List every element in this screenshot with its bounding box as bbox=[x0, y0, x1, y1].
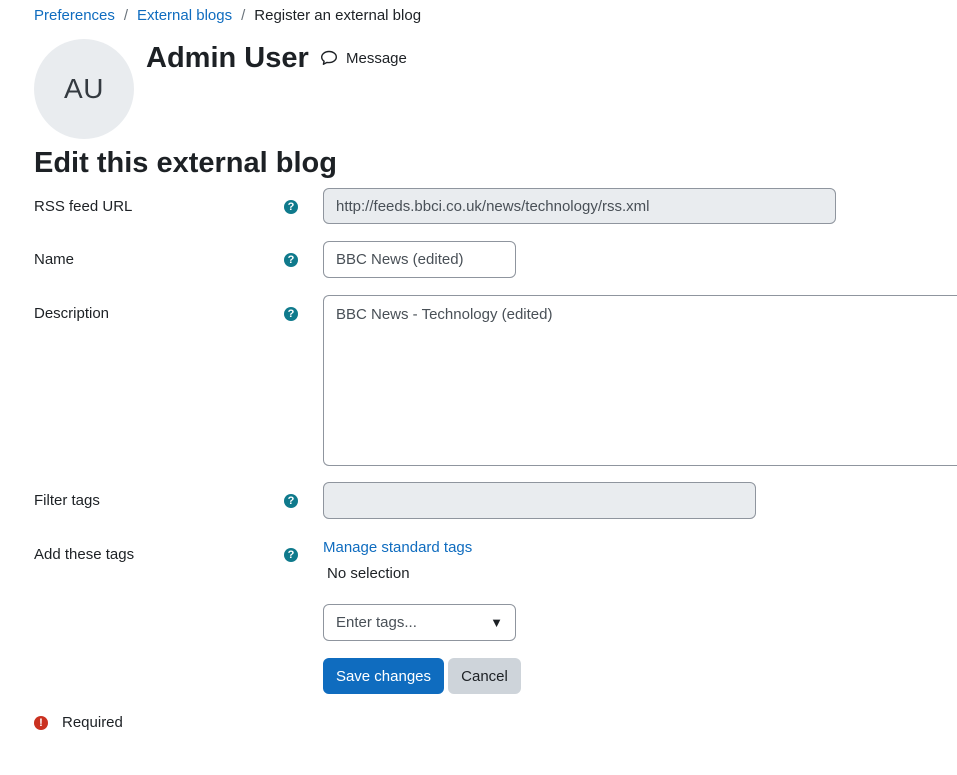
description-label: Description bbox=[34, 305, 110, 322]
help-icon[interactable]: ? bbox=[284, 253, 298, 267]
filter-tags-label: Filter tags bbox=[34, 492, 100, 509]
tags-autocomplete-input[interactable]: Enter tags... ▼ bbox=[323, 604, 516, 641]
tags-placeholder: Enter tags... bbox=[336, 614, 417, 631]
name-value: BBC News (edited) bbox=[336, 251, 464, 268]
required-label: Required bbox=[62, 714, 123, 731]
description-textarea[interactable]: BBC News - Technology (edited) bbox=[323, 295, 957, 466]
rss-feed-url-label: RSS feed URL bbox=[34, 198, 133, 215]
avatar-initials: AU bbox=[64, 73, 104, 104]
name-field[interactable]: BBC News (edited) bbox=[323, 241, 516, 278]
avatar[interactable]: AU bbox=[34, 39, 134, 139]
filter-tags-field bbox=[323, 482, 756, 519]
page: Preferences / External blogs / Register an e… bbox=[0, 0, 957, 775]
rss-feed-url-field: http://feeds.bbci.co.uk/news/technology/… bbox=[323, 188, 836, 224]
message-label: Message bbox=[346, 49, 407, 67]
breadcrumb-current: Register an external blog bbox=[254, 7, 422, 24]
tags-selection-status: No selection bbox=[327, 565, 410, 582]
description-value: BBC News - Technology (edited) bbox=[336, 306, 553, 323]
breadcrumb-preferences[interactable]: Preferences bbox=[34, 7, 115, 24]
breadcrumb-separator: / bbox=[123, 7, 129, 24]
name-label: Name bbox=[34, 251, 75, 268]
breadcrumb: Preferences / External blogs / Register an e… bbox=[34, 6, 421, 26]
cancel-button[interactable]: Cancel bbox=[448, 658, 521, 694]
help-icon[interactable]: ? bbox=[284, 548, 298, 562]
user-name: Admin User bbox=[146, 42, 309, 74]
add-tags-label: Add these tags bbox=[34, 546, 135, 563]
speech-bubble-icon bbox=[321, 50, 337, 65]
save-changes-button[interactable]: Save changes bbox=[323, 658, 444, 694]
help-icon[interactable]: ? bbox=[284, 307, 298, 321]
rss-feed-url-value: http://feeds.bbci.co.uk/news/technology/… bbox=[336, 197, 650, 215]
required-icon: ! bbox=[34, 715, 48, 730]
manage-standard-tags-link[interactable]: Manage standard tags bbox=[323, 538, 472, 558]
required-note: ! Required bbox=[34, 714, 123, 731]
breadcrumb-external-blogs[interactable]: External blogs bbox=[137, 7, 232, 24]
message-button[interactable]: Message bbox=[320, 46, 407, 70]
help-icon[interactable]: ? bbox=[284, 200, 298, 214]
page-title: Edit this external blog bbox=[34, 147, 337, 179]
help-icon[interactable]: ? bbox=[284, 494, 298, 508]
dropdown-arrow-icon[interactable]: ▼ bbox=[490, 615, 503, 630]
breadcrumb-separator: / bbox=[241, 7, 246, 24]
